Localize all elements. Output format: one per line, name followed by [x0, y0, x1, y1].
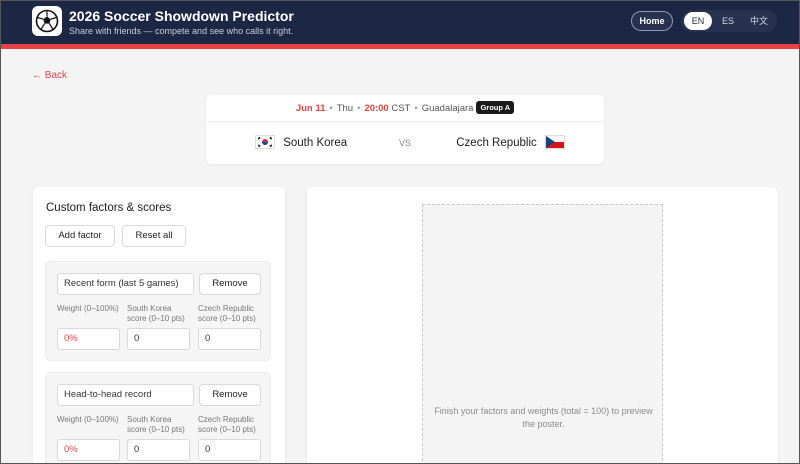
app-header: 2026 Soccer Showdown Predictor Share wit…	[0, 0, 800, 44]
factor-card: Recent form (last 5 games) Remove Weight…	[45, 261, 271, 361]
away-team: Czech Republic	[456, 135, 565, 151]
poster-panel: Finish your factors and weights (total =…	[307, 187, 778, 464]
match-time: 20:00	[364, 103, 389, 114]
home-score-label: South Korea score (0–10 pts)	[127, 415, 185, 434]
header-accent-stripe	[0, 44, 800, 49]
factors-panel-title: Custom factors & scores	[46, 202, 172, 214]
weight-label: Weight (0–100%)	[57, 415, 119, 424]
language-switcher: EN ES 中文	[681, 10, 777, 32]
poster-preview: Finish your factors and weights (total =…	[422, 204, 663, 464]
home-button[interactable]: Home	[631, 11, 673, 31]
soccer-ball-icon	[32, 6, 62, 36]
away-score-input[interactable]: 0	[198, 328, 261, 350]
match-meta: Jun 11 • Thu • 20:00 CST • Guadalajara Group A	[206, 95, 604, 122]
match-day: Thu	[336, 103, 354, 114]
remove-factor-button[interactable]: Remove	[199, 273, 261, 295]
weight-label: Weight (0–100%)	[57, 304, 119, 313]
away-score-input[interactable]: 0	[198, 439, 261, 461]
group-badge: Group A	[476, 101, 515, 114]
factor-name-input[interactable]: Head-to-head record	[57, 384, 194, 406]
match-city: Guadalajara	[421, 103, 474, 114]
language-en-button[interactable]: EN	[684, 12, 712, 30]
match-card: Jun 11 • Thu • 20:00 CST • Guadalajara Group A …	[206, 95, 604, 164]
home-score-input[interactable]: 0	[127, 439, 190, 461]
home-score-input[interactable]: 0	[127, 328, 190, 350]
south-korea-flag-icon	[255, 135, 275, 149]
away-team-name: Czech Republic	[456, 137, 537, 149]
match-date: Jun 11	[295, 103, 326, 114]
home-team: South Korea	[255, 135, 347, 151]
weight-input[interactable]: 0%	[57, 439, 120, 461]
home-team-name: South Korea	[283, 137, 348, 149]
add-factor-button[interactable]: Add factor	[45, 225, 115, 247]
weight-input[interactable]: 0%	[57, 328, 120, 350]
reset-all-button[interactable]: Reset all	[122, 225, 186, 247]
factors-panel: Custom factors & scores Add factor Reset…	[33, 187, 285, 464]
back-link[interactable]: ← Back	[32, 70, 67, 81]
czech-republic-flag-icon	[545, 135, 565, 149]
app-subtitle: Share with friends — compete and see who…	[69, 26, 294, 36]
language-es-button[interactable]: ES	[714, 12, 742, 30]
remove-factor-button[interactable]: Remove	[199, 384, 261, 406]
home-score-label: South Korea score (0–10 pts)	[127, 304, 185, 323]
vs-label: VS	[399, 138, 412, 148]
language-zh-button[interactable]: 中文	[745, 12, 773, 30]
factor-name-input[interactable]: Recent form (last 5 games)	[57, 273, 194, 295]
poster-placeholder-message: Finish your factors and weights (total =…	[434, 406, 653, 429]
factor-card: Head-to-head record Remove Weight (0–100…	[45, 372, 271, 464]
app-title: 2026 Soccer Showdown Predictor	[69, 8, 294, 24]
away-score-label: Czech Republic score (0–10 pts)	[198, 304, 256, 323]
match-timezone: CST	[391, 103, 411, 114]
away-score-label: Czech Republic score (0–10 pts)	[198, 415, 256, 434]
